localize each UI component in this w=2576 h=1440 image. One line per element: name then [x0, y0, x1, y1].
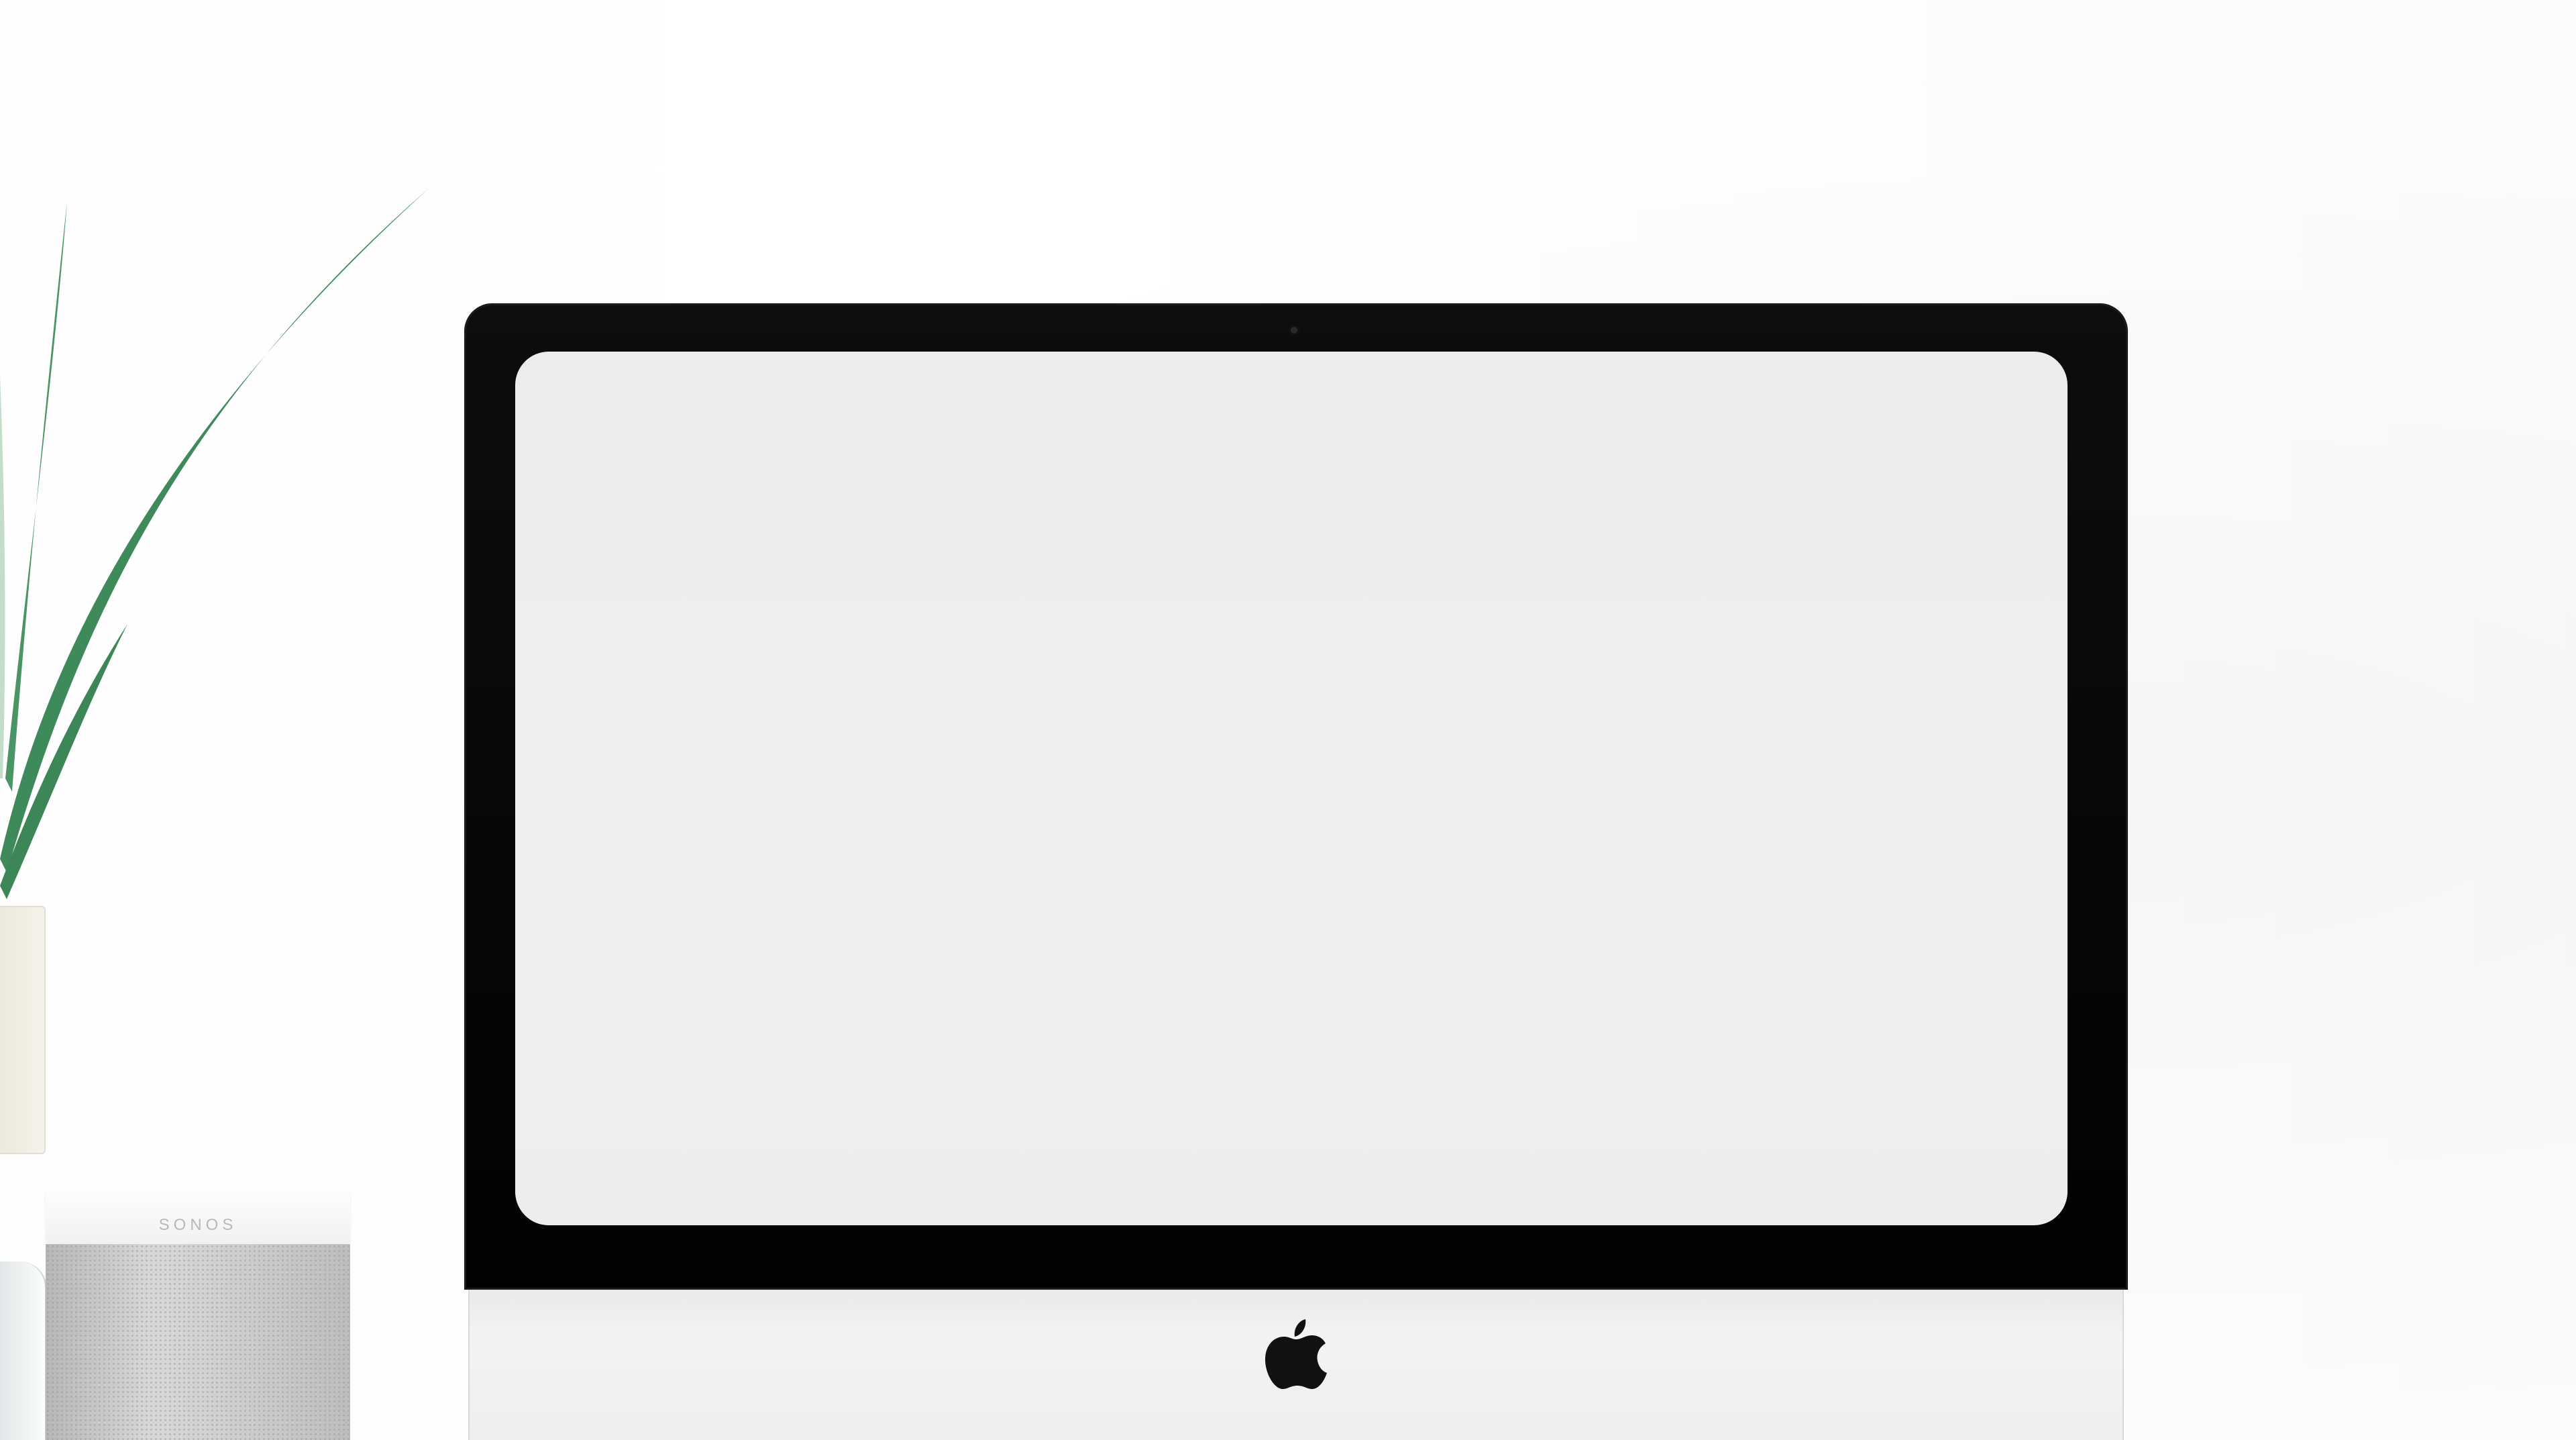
speaker-grille	[46, 1244, 350, 1440]
glass-vase	[0, 1262, 47, 1440]
camera-icon	[1289, 325, 1299, 336]
speaker-top	[46, 1182, 350, 1244]
monitor-bezel	[464, 303, 2128, 1290]
monitor-screen	[515, 352, 2068, 1225]
desktop-monitor	[464, 303, 2128, 1440]
wall-outlet-plate	[0, 906, 46, 1154]
speaker: SONOS	[46, 1182, 350, 1440]
apple-logo-icon	[1265, 1319, 1327, 1389]
plant-leaves	[0, 188, 429, 899]
photo-scene: SONOS	[0, 0, 2576, 1440]
speaker-brand-label: SONOS	[158, 1216, 237, 1234]
